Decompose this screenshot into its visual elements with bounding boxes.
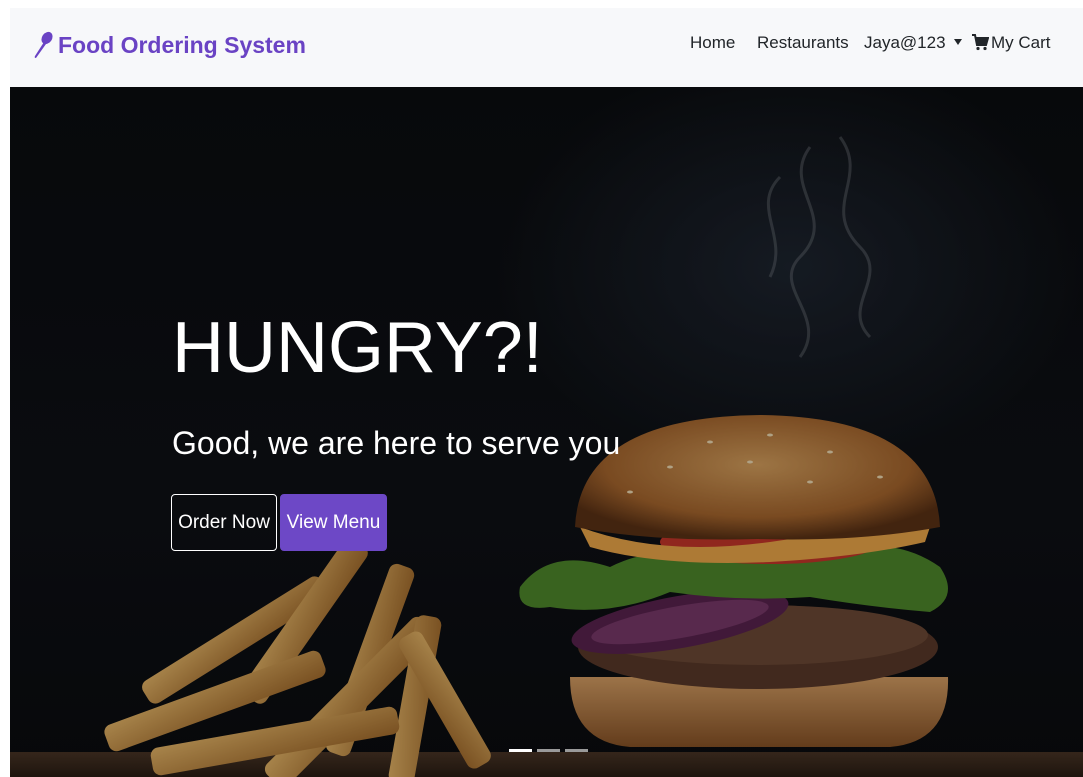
user-name: Jaya@123	[864, 33, 946, 52]
view-menu-button[interactable]: View Menu	[280, 494, 387, 551]
hero-carousel: HUNGRY?! Good, we are here to serve you …	[10, 87, 1083, 777]
carousel-indicator-1[interactable]	[509, 749, 532, 752]
nav-home[interactable]: Home	[690, 33, 735, 53]
carousel-indicator-3[interactable]	[565, 749, 588, 752]
page: Food Ordering System Home Restaurants Ja…	[10, 8, 1083, 777]
nav-links: Home Restaurants Jaya@123 My Cart	[10, 33, 1083, 57]
hero-subheadline: Good, we are here to serve you	[172, 425, 621, 461]
navbar: Food Ordering System Home Restaurants Ja…	[10, 8, 1083, 87]
nav-restaurants[interactable]: Restaurants	[757, 33, 849, 53]
carousel-indicator-2[interactable]	[537, 749, 560, 752]
nav-cart[interactable]: My Cart	[971, 33, 1051, 53]
cart-label: My Cart	[991, 33, 1051, 52]
nav-user-dropdown[interactable]: Jaya@123	[864, 33, 962, 53]
caret-down-icon	[953, 38, 962, 45]
carousel-indicators	[509, 749, 588, 752]
cart-icon	[972, 33, 989, 50]
hero-headline: HUNGRY?!	[172, 308, 543, 388]
order-now-button[interactable]: Order Now	[171, 494, 277, 551]
